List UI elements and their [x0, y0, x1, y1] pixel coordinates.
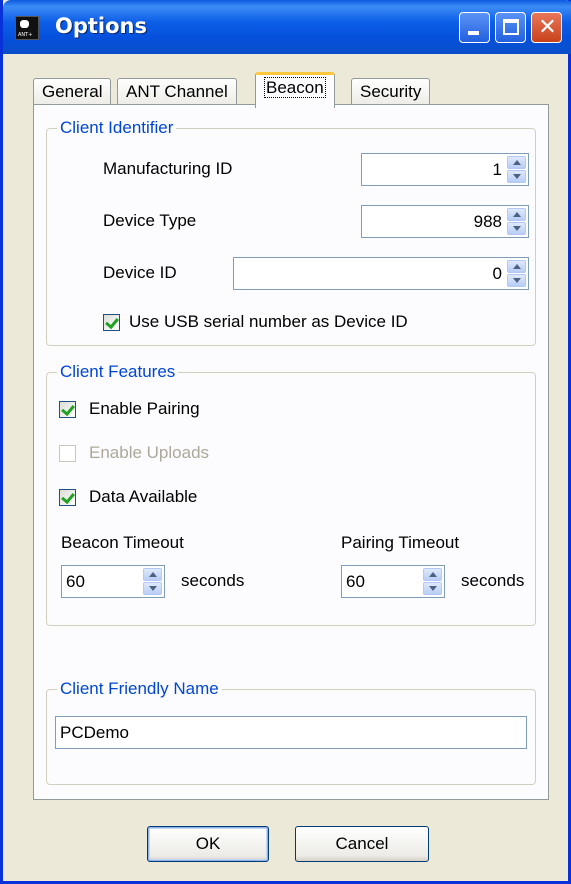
window-title: Options — [55, 14, 147, 38]
device-id-up-arrow-icon[interactable] — [507, 260, 526, 273]
tab-ant-channel[interactable]: ANT Channel — [117, 78, 237, 106]
beacon-timeout-spinner[interactable]: 60 — [61, 565, 165, 598]
beacon-timeout-up-arrow-icon[interactable] — [143, 568, 162, 581]
device-type-label: Device Type — [103, 211, 197, 230]
close-button[interactable]: ✕ — [531, 12, 562, 43]
minimize-icon — [468, 31, 479, 35]
enable-pairing-checkbox[interactable] — [59, 401, 76, 418]
client-friendly-name-input[interactable]: PCDemo — [55, 716, 527, 749]
tab-general[interactable]: General — [33, 78, 112, 106]
device-id-label: Device ID — [103, 263, 177, 282]
pairing-timeout-spinner[interactable]: 60 — [341, 565, 445, 598]
manufacturing-id-label: Manufacturing ID — [103, 159, 233, 178]
manufacturing-id-down-arrow-icon[interactable] — [507, 170, 526, 183]
beacon-timeout-unit: seconds — [181, 571, 245, 590]
close-icon: ✕ — [538, 15, 557, 40]
ok-button[interactable]: OK — [147, 826, 269, 862]
minimize-button[interactable] — [459, 12, 490, 43]
tab-beacon[interactable]: Beacon — [255, 72, 335, 108]
client-friendly-name-legend: Client Friendly Name — [57, 679, 222, 699]
enable-pairing-label[interactable]: Enable Pairing — [89, 399, 200, 419]
ant-plus-app-icon[interactable]: ANT+ — [15, 16, 39, 40]
device-type-up-arrow-icon[interactable] — [507, 208, 526, 221]
use-usb-serial-checkbox[interactable] — [103, 314, 120, 331]
client-identifier-group: Client Identifier Manufacturing ID 1 Dev… — [46, 118, 536, 346]
tab-beacon-label: Beacon — [264, 77, 326, 98]
pairing-timeout-value[interactable]: 60 — [342, 566, 369, 597]
pairing-timeout-label: Pairing Timeout — [341, 533, 460, 552]
device-id-down-arrow-icon[interactable] — [507, 274, 526, 287]
client-features-legend: Client Features — [57, 362, 179, 382]
beacon-timeout-value[interactable]: 60 — [62, 566, 89, 597]
device-type-down-arrow-icon[interactable] — [507, 222, 526, 235]
manufacturing-id-spinner[interactable]: 1 — [361, 153, 529, 186]
client-identifier-legend: Client Identifier — [57, 118, 177, 138]
data-available-label[interactable]: Data Available — [89, 487, 197, 507]
maximize-icon — [503, 19, 519, 35]
manufacturing-id-value[interactable]: 1 — [362, 154, 506, 185]
device-id-spinner[interactable]: 0 — [233, 257, 529, 290]
beacon-tab-panel: Client Identifier Manufacturing ID 1 Dev… — [33, 104, 549, 800]
pairing-timeout-unit: seconds — [461, 571, 525, 590]
enable-uploads-label: Enable Uploads — [89, 443, 210, 462]
pairing-timeout-down-arrow-icon[interactable] — [423, 582, 442, 595]
manufacturing-id-up-arrow-icon[interactable] — [507, 156, 526, 169]
cancel-button[interactable]: Cancel — [295, 826, 429, 862]
enable-uploads-checkbox[interactable] — [59, 445, 76, 462]
options-window: ANT+ Options ✕ General ANT Channel Beaco… — [0, 0, 571, 884]
beacon-timeout-label: Beacon Timeout — [61, 533, 184, 552]
title-bar[interactable]: ANT+ Options ✕ — [3, 0, 571, 54]
tab-security[interactable]: Security — [351, 78, 431, 106]
beacon-timeout-down-arrow-icon[interactable] — [143, 582, 162, 595]
client-friendly-name-group: Client Friendly Name PCDemo — [46, 679, 536, 785]
maximize-button[interactable] — [495, 12, 526, 43]
pairing-timeout-up-arrow-icon[interactable] — [423, 568, 442, 581]
client-features-group: Client Features Enable Pairing Enable Up… — [46, 362, 536, 626]
device-type-value[interactable]: 988 — [362, 206, 506, 237]
use-usb-serial-label[interactable]: Use USB serial number as Device ID — [129, 312, 408, 332]
device-type-spinner[interactable]: 988 — [361, 205, 529, 238]
device-id-value[interactable]: 0 — [234, 258, 506, 289]
data-available-checkbox[interactable] — [59, 489, 76, 506]
